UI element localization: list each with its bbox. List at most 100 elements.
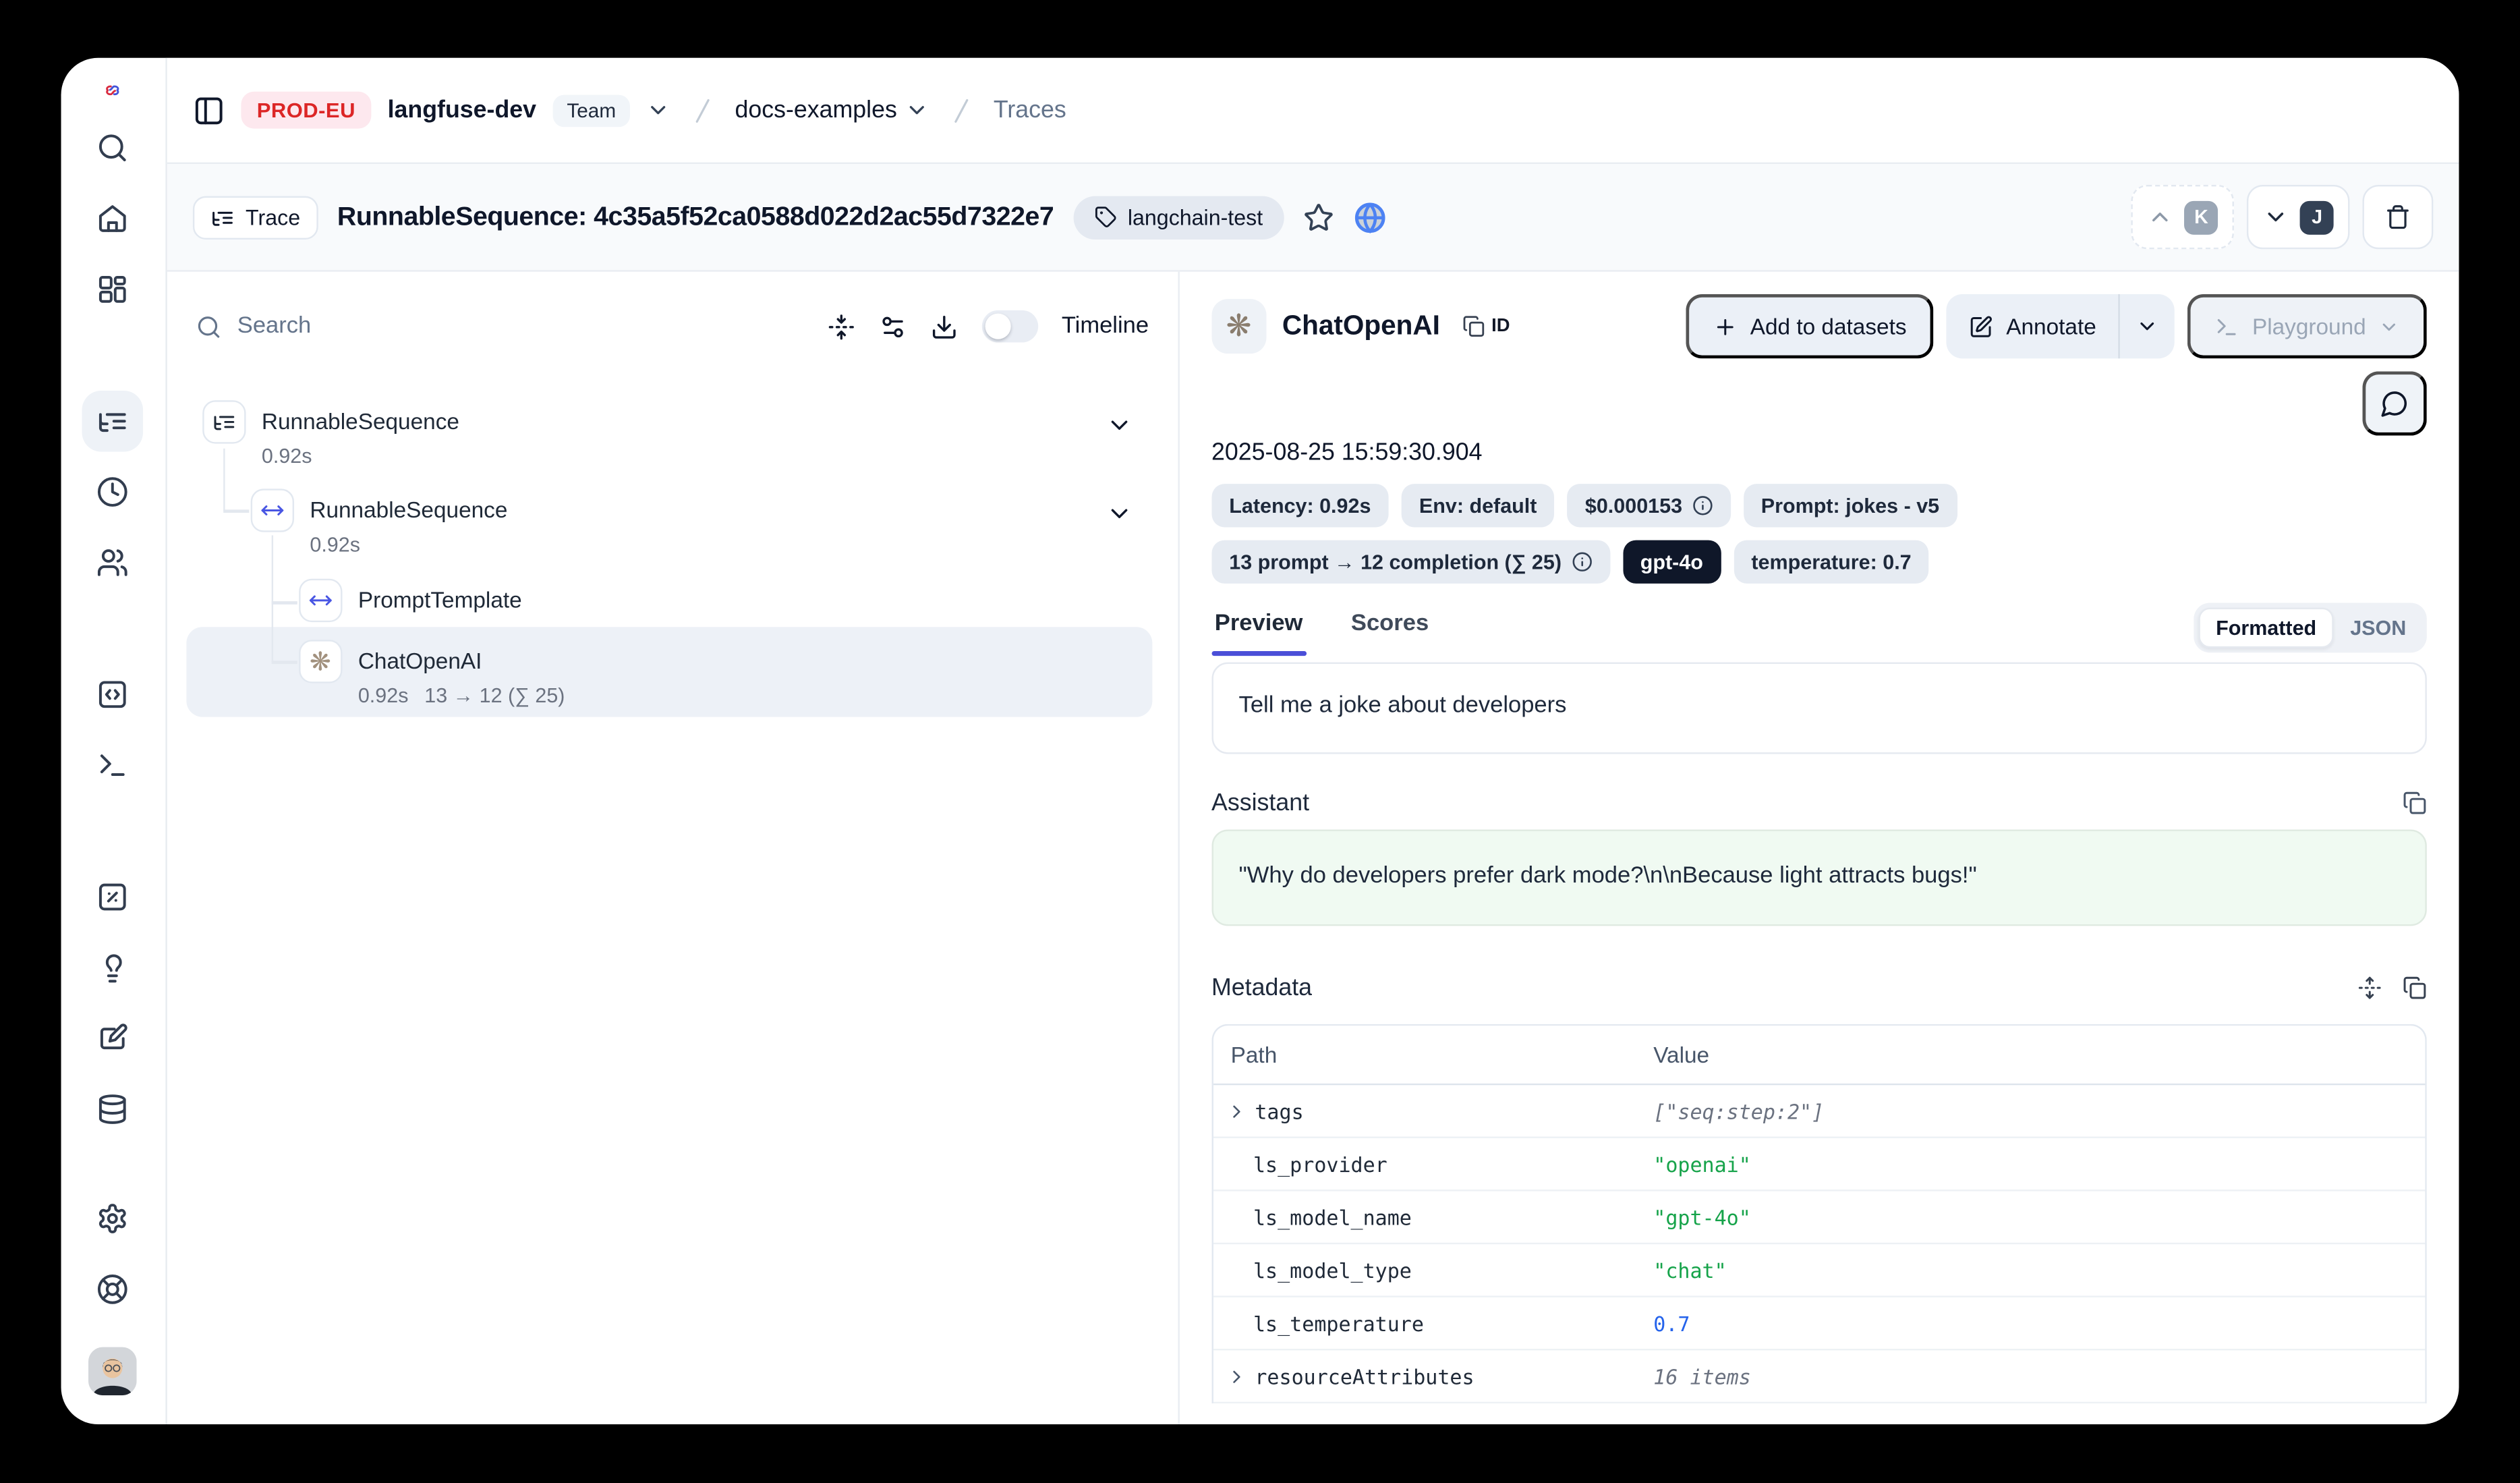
add-to-datasets-button[interactable]: Add to datasets	[1686, 294, 1934, 358]
copy-assistant-button[interactable]	[2403, 791, 2428, 815]
node-duration: 0.92s	[358, 683, 409, 708]
trace-header: Trace RunnableSequence: 4c35a5f52ca0588d…	[167, 164, 2459, 272]
sidebar-scores-percent-icon[interactable]	[97, 882, 130, 914]
copy-icon	[2403, 976, 2428, 1000]
metadata-row-ls-temperature: ls_temperature 0.7	[1213, 1297, 2425, 1351]
copy-metadata-button[interactable]	[2403, 976, 2428, 1000]
download-icon[interactable]	[929, 313, 957, 341]
node-name: ChatOpenAI	[358, 646, 565, 677]
metadata-key: tags	[1255, 1099, 1303, 1123]
project-switcher-chevron-icon[interactable]	[905, 99, 929, 123]
metadata-key: ls_model_type	[1253, 1258, 1412, 1283]
chevron-right-icon	[1226, 1100, 1247, 1121]
breadcrumb-slash	[687, 94, 719, 127]
sidebar-users-icon[interactable]	[97, 547, 130, 580]
list-tree-icon	[202, 401, 246, 444]
collapse-chevron-icon[interactable]	[1106, 500, 1133, 535]
metadata-key: ls_provider	[1253, 1152, 1387, 1176]
next-trace-button[interactable]: J	[2247, 185, 2349, 249]
expand-all-icon[interactable]	[2358, 976, 2382, 1000]
sidebar-datasets-pen-icon[interactable]	[97, 1024, 130, 1056]
tree-node-runnablesequence-child[interactable]: RunnableSequence 0.92s	[196, 489, 1149, 557]
star-icon[interactable]	[1303, 202, 1334, 232]
org-plan-badge: Team	[552, 94, 631, 127]
breadcrumb-section[interactable]: Traces	[994, 96, 1066, 124]
org-name[interactable]: langfuse-dev	[388, 96, 536, 124]
model-badge: gpt-4o	[1623, 540, 1721, 584]
sidebar-database-icon[interactable]	[97, 1094, 130, 1126]
metadata-value: "gpt-4o"	[1653, 1205, 1751, 1229]
trace-tag[interactable]: langchain-test	[1073, 196, 1284, 239]
trace-type-label: Trace	[246, 205, 300, 229]
metadata-key: resourceAttributes	[1255, 1364, 1474, 1389]
org-switcher-chevron-icon[interactable]	[646, 99, 670, 123]
comments-button[interactable]	[2363, 372, 2427, 436]
metadata-table-header: Path Value	[1213, 1026, 2425, 1085]
metadata-row-tags[interactable]: tags ["seq:step:2"]	[1213, 1086, 2425, 1139]
tree-toolbar: Timeline	[196, 294, 1149, 358]
token-usage-badge: 13 prompt → 12 completion (∑ 25)	[1211, 540, 1609, 584]
metadata-key: ls_model_name	[1253, 1205, 1412, 1229]
id-label: ID	[1491, 317, 1510, 337]
tree-node-prompttemplate[interactable]: PromptTemplate	[196, 579, 1149, 622]
tree-settings-sliders-icon[interactable]	[878, 313, 906, 341]
sidebar-settings-gear-icon[interactable]	[97, 1203, 130, 1235]
column-value: Value	[1653, 1042, 1709, 1067]
node-name: PromptTemplate	[358, 579, 522, 622]
collapse-chevron-icon[interactable]	[1106, 412, 1133, 447]
metadata-key: ls_temperature	[1253, 1311, 1424, 1335]
project-breadcrumb[interactable]: docs-examples	[735, 96, 929, 124]
tag-icon	[1094, 206, 1116, 228]
cost-badge: $0.000153	[1568, 484, 1731, 527]
trace-type-chip: Trace	[192, 196, 318, 239]
user-message-box: Tell me a joke about developers	[1211, 663, 2427, 754]
tree-node-chatopenai[interactable]: ❋ ChatOpenAI 0.92s 13 → 12 (∑ 25)	[196, 640, 1149, 708]
tree-search-input[interactable]	[237, 314, 803, 339]
comment-bubble-icon	[2380, 389, 2409, 418]
openai-icon: ❋	[1211, 299, 1266, 354]
sidebar-search-icon[interactable]	[97, 133, 130, 165]
badges-row-1: Latency: 0.92s Env: default $0.000153 Pr…	[1211, 484, 2427, 527]
sidebar-toggle-icon[interactable]	[192, 94, 225, 127]
node-name: RunnableSequence	[262, 407, 459, 437]
sidebar-playground-icon[interactable]	[97, 750, 130, 782]
view-formatted-option[interactable]: Formatted	[2198, 607, 2335, 648]
user-avatar[interactable]	[89, 1348, 137, 1396]
metadata-row-ls-provider: ls_provider "openai"	[1213, 1138, 2425, 1192]
tree-node-runnablesequence-root[interactable]: RunnableSequence 0.92s	[196, 401, 1149, 468]
metadata-row-resource-attributes[interactable]: resourceAttributes 16 items	[1213, 1351, 2425, 1404]
environment-badge: PROD-EU	[241, 92, 372, 129]
copy-id-button[interactable]: ID	[1462, 315, 1510, 337]
previous-trace-button[interactable]: K	[2131, 185, 2234, 249]
tab-scores[interactable]: Scores	[1348, 611, 1432, 656]
detail-actions: Add to datasets Annotate	[1686, 294, 2427, 358]
annotate-dropdown-chevron-icon[interactable]	[2121, 294, 2175, 358]
public-globe-icon[interactable]	[1353, 200, 1387, 234]
temperature-badge: temperature: 0.7	[1734, 540, 1929, 584]
sidebar-prompts-icon[interactable]	[97, 679, 130, 712]
observation-timestamp: 2025-08-25 15:59:30.904	[1211, 439, 2427, 467]
sidebar-lightbulb-icon[interactable]	[97, 953, 130, 985]
playground-label: Playground	[2252, 314, 2366, 339]
sidebar-traces-icon[interactable]	[82, 391, 144, 453]
metadata-value: 0.7	[1653, 1311, 1690, 1335]
delete-trace-button[interactable]	[2363, 185, 2434, 249]
timeline-toggle[interactable]	[981, 310, 1037, 343]
span-arrows-icon	[299, 579, 342, 622]
metadata-value: 16 items	[1653, 1364, 1751, 1389]
sidebar-support-lifebuoy-icon[interactable]	[97, 1274, 130, 1306]
edit-pen-icon	[1969, 314, 1993, 339]
sidebar-home-icon[interactable]	[97, 203, 130, 235]
annotate-button[interactable]: Annotate	[1947, 294, 2119, 358]
playground-button[interactable]: Playground	[2188, 294, 2428, 358]
view-json-option[interactable]: JSON	[2334, 609, 2422, 646]
copy-icon	[1462, 315, 1485, 337]
metadata-row-ls-model-name: ls_model_name "gpt-4o"	[1213, 1192, 2425, 1245]
metadata-value: ["seq:step:2"]	[1653, 1099, 1824, 1123]
sidebar-sessions-clock-icon[interactable]	[97, 476, 130, 509]
sidebar-dashboards-icon[interactable]	[97, 274, 130, 306]
shortcut-key-k: K	[2184, 200, 2218, 234]
collapse-all-icon[interactable]	[827, 313, 855, 341]
column-path: Path	[1213, 1042, 1653, 1067]
tab-preview[interactable]: Preview	[1211, 611, 1306, 656]
